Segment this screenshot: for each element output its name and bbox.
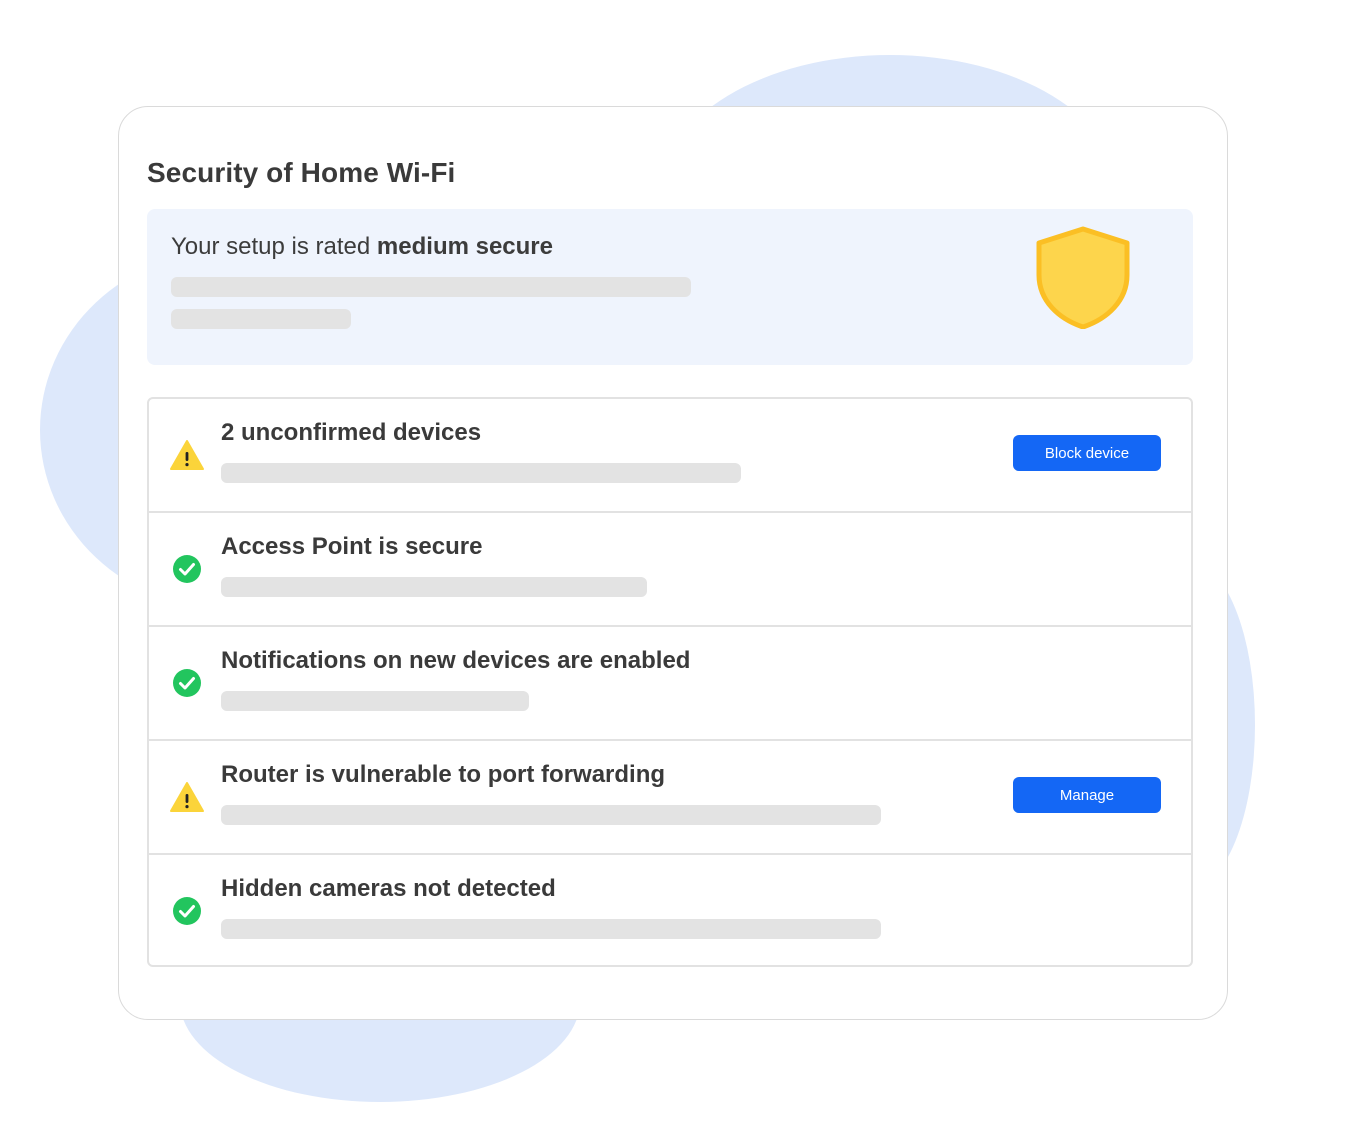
warning-icon — [170, 440, 204, 470]
text-placeholder — [221, 805, 881, 825]
warning-icon — [170, 782, 204, 812]
check-circle-icon — [173, 669, 201, 697]
rating-level: medium secure — [376, 233, 553, 260]
check-row-hidden-cameras: Hidden cameras not detected — [149, 855, 1191, 965]
security-card: Security of Home Wi-Fi Your setup is rat… — [118, 106, 1228, 1020]
shield-icon — [1036, 226, 1130, 329]
check-title: Access Point is secure — [221, 533, 483, 560]
check-title: Router is vulnerable to port forwarding — [221, 761, 666, 788]
checks-list: 2 unconfirmed devices Block device Acces… — [147, 397, 1193, 967]
rating-prefix: Your setup is rated — [171, 233, 377, 260]
check-row-notifications: Notifications on new devices are enabled — [149, 627, 1191, 741]
manage-button[interactable]: Manage — [1013, 777, 1161, 813]
check-row-port-forwarding: Router is vulnerable to port forwarding … — [149, 741, 1191, 855]
rating-panel: Your setup is rated medium secure — [147, 209, 1193, 365]
text-placeholder — [171, 277, 691, 297]
check-row-unconfirmed-devices: 2 unconfirmed devices Block device — [149, 399, 1191, 513]
rating-text: Your setup is rated medium secure — [171, 233, 553, 261]
text-placeholder — [171, 309, 351, 329]
text-placeholder — [221, 463, 741, 483]
check-row-access-point: Access Point is secure — [149, 513, 1191, 627]
text-placeholder — [221, 577, 647, 597]
check-title: Hidden cameras not detected — [221, 875, 556, 902]
block-device-button[interactable]: Block device — [1013, 435, 1161, 471]
check-title: 2 unconfirmed devices — [221, 419, 482, 446]
check-circle-icon — [173, 555, 201, 583]
check-circle-icon — [173, 897, 201, 925]
card-title: Security of Home Wi-Fi — [147, 157, 456, 188]
text-placeholder — [221, 919, 881, 939]
check-title: Notifications on new devices are enabled — [221, 647, 691, 674]
text-placeholder — [221, 691, 529, 711]
